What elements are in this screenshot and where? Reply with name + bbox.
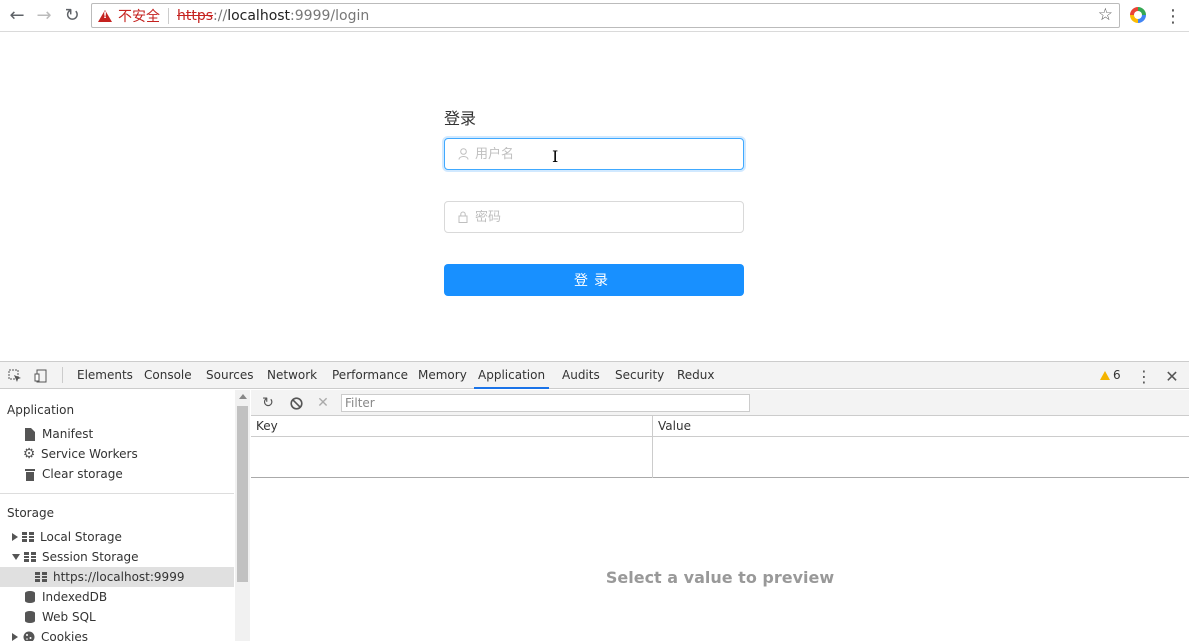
tab-elements[interactable]: Elements (73, 362, 137, 389)
table-icon (24, 552, 36, 562)
scroll-up-arrow-icon[interactable] (239, 394, 247, 399)
password-input[interactable] (475, 209, 715, 225)
tab-sources[interactable]: Sources (202, 362, 257, 389)
sidebar-item-label: Clear storage (42, 467, 123, 481)
cookie-icon (22, 630, 36, 641)
tab-redux[interactable]: Redux (673, 362, 719, 389)
column-header-key[interactable]: Key (251, 416, 652, 437)
sidebar-item-label: Manifest (42, 427, 94, 441)
file-icon (23, 427, 37, 441)
back-arrow-icon[interactable]: ← (6, 5, 28, 27)
sidebar-item-label: Cookies (41, 630, 88, 641)
address-bar[interactable]: 不安全 https://localhost:9999/login ☆ (91, 3, 1120, 28)
omnibox-separator (168, 7, 169, 24)
login-button[interactable]: 登录 (444, 264, 744, 296)
tab-audits[interactable]: Audits (558, 362, 604, 389)
warnings-badge[interactable]: 6 (1100, 362, 1121, 389)
close-devtools-icon[interactable]: ✕ (1164, 367, 1180, 386)
sidebar-item-label: Service Workers (41, 447, 138, 461)
sidebar-item-web-sql[interactable]: Web SQL (0, 607, 234, 627)
clear-all-icon[interactable] (288, 395, 304, 411)
expand-arrow-icon[interactable] (12, 533, 18, 541)
trash-icon (23, 467, 37, 481)
sidebar-item-label: Local Storage (40, 530, 122, 544)
lock-icon (457, 211, 469, 223)
username-field[interactable] (444, 138, 744, 170)
extension-icon[interactable] (1130, 7, 1146, 23)
gear-icon: ⚙ (22, 446, 36, 462)
sidebar-item-service-workers[interactable]: ⚙ Service Workers (0, 444, 234, 464)
database-icon (23, 590, 37, 604)
device-toolbar-icon[interactable] (33, 368, 49, 384)
url-scheme: https (177, 7, 214, 24)
sidebar-divider (0, 493, 234, 494)
sidebar-item-local-storage[interactable]: Local Storage (0, 527, 234, 547)
storage-table: Key Value (251, 416, 1189, 478)
url-path: :9999/login (290, 7, 370, 24)
sidebar-scrollbar[interactable] (235, 390, 250, 641)
application-sidebar: Application Manifest ⚙ Service Workers C… (0, 390, 250, 641)
inspect-element-icon[interactable] (7, 368, 23, 384)
sidebar-item-cookies[interactable]: Cookies (0, 627, 234, 641)
column-header-value[interactable]: Value (653, 416, 1189, 437)
sidebar-item-label: Session Storage (42, 550, 139, 564)
username-input[interactable] (475, 146, 715, 162)
tab-memory[interactable]: Memory (414, 362, 471, 389)
login-page: 登录 I 登录 (0, 33, 1189, 361)
expand-arrow-icon[interactable] (12, 633, 18, 641)
sidebar-item-manifest[interactable]: Manifest (0, 424, 234, 444)
tab-network[interactable]: Network (263, 362, 321, 389)
collapse-arrow-icon[interactable] (12, 554, 20, 560)
sidebar-item-label: https://localhost:9999 (53, 570, 185, 584)
user-icon (457, 148, 469, 160)
security-label[interactable]: 不安全 (118, 6, 160, 26)
login-title: 登录 (444, 109, 477, 128)
preview-placeholder: Select a value to preview (605, 568, 835, 587)
scroll-thumb[interactable] (237, 406, 248, 582)
storage-section-title: Storage (7, 506, 54, 520)
url-separator: :// (213, 7, 228, 24)
sidebar-item-label: Web SQL (42, 610, 96, 624)
delete-selected-icon[interactable]: ✕ (315, 395, 331, 411)
tab-security[interactable]: Security (611, 362, 668, 389)
column-separator[interactable] (652, 416, 653, 478)
text-cursor-icon: I (552, 147, 559, 166)
devtools-panel: Elements Console Sources Network Perform… (0, 361, 1189, 641)
browser-toolbar: ← → ↻ 不安全 https://localhost:9999/login ☆… (0, 0, 1189, 32)
refresh-icon[interactable]: ↻ (260, 395, 276, 411)
sidebar-item-session-localhost[interactable]: https://localhost:9999 (0, 567, 234, 587)
reload-icon[interactable]: ↻ (61, 5, 83, 27)
table-icon (35, 572, 47, 582)
storage-toolbar: ↻ ✕ (251, 390, 1189, 416)
database-icon (23, 610, 37, 624)
warning-icon (98, 9, 112, 22)
password-field[interactable] (444, 201, 744, 233)
sidebar-item-indexeddb[interactable]: IndexedDB (0, 587, 234, 607)
filter-input[interactable] (341, 394, 750, 412)
devtools-menu-icon[interactable]: ⋮ (1136, 367, 1152, 386)
sidebar-item-clear-storage[interactable]: Clear storage (0, 464, 234, 484)
bookmark-star-icon[interactable]: ☆ (1098, 5, 1113, 25)
sidebar-item-session-storage[interactable]: Session Storage (0, 547, 234, 567)
tabbar-separator (62, 367, 63, 383)
tab-application[interactable]: Application (474, 362, 550, 389)
application-section-title: Application (7, 403, 75, 417)
tab-console[interactable]: Console (140, 362, 196, 389)
url-host: localhost (227, 7, 291, 24)
devtools-tabbar: Elements Console Sources Network Perform… (0, 362, 1189, 389)
tab-performance[interactable]: Performance (328, 362, 412, 389)
warning-triangle-icon (1100, 371, 1110, 380)
table-icon (22, 532, 34, 542)
warning-count: 6 (1113, 368, 1121, 382)
forward-arrow-icon[interactable]: → (33, 5, 55, 27)
storage-view: ↻ ✕ Key Value Select a value to preview (251, 390, 1189, 641)
browser-menu-icon[interactable]: ⋮ (1164, 6, 1182, 27)
sidebar-item-label: IndexedDB (42, 590, 108, 604)
